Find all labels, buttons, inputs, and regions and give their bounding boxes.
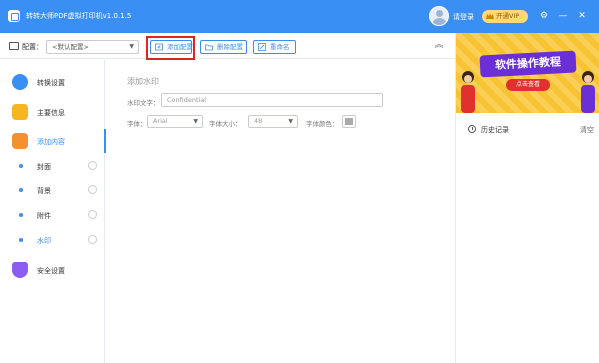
font-value: Arial	[153, 117, 168, 125]
double-chevron-up-icon[interactable]: ︽	[433, 39, 445, 51]
bullet-icon	[19, 213, 23, 217]
sub-item-label: 附件	[37, 212, 51, 220]
font-size-label: 字体大小：	[209, 120, 242, 128]
bullet-icon	[19, 238, 23, 242]
sub-item-label: 封面	[37, 163, 51, 171]
sub-item-watermark[interactable]: 水印	[0, 230, 105, 250]
section-title: 添加水印	[127, 77, 159, 86]
background-radio[interactable]	[88, 185, 97, 194]
tutorial-banner[interactable]: 软件操作教程 点击查看	[456, 33, 599, 113]
history-header: 历史记录 清空	[456, 121, 599, 137]
bullet-icon	[19, 188, 23, 192]
crown-icon	[486, 13, 494, 19]
sub-item-background[interactable]: 背景	[0, 180, 105, 200]
sub-item-label: 水印	[37, 237, 51, 245]
login-link[interactable]: 请登录	[453, 12, 474, 22]
edit-icon	[258, 43, 266, 51]
person-illustration-left	[461, 71, 475, 113]
vip-label: 开通VIP	[496, 12, 520, 20]
font-color-label: 字体颜色：	[306, 120, 339, 128]
folder-icon	[9, 42, 19, 50]
config-toolbar: 配置： <默认配置> ▼ 添加配置 删除配置 重命名	[0, 33, 455, 59]
sidebar-item-add-content[interactable]: 添加内容	[0, 129, 106, 153]
font-size-select[interactable]: 48 ▼	[248, 115, 298, 128]
title-bar: 转转大师PDF虚拟打印机v1.0.1.5 请登录 开通VIP ⚙ — ✕	[0, 0, 599, 33]
sidebar-item-main-info[interactable]: 主要信息	[0, 100, 105, 124]
config-label: 配置：	[22, 43, 43, 51]
app-logo-icon	[8, 10, 20, 22]
chevron-down-icon: ▼	[193, 118, 198, 125]
sidebar-item-label: 主要信息	[37, 109, 65, 117]
cover-radio[interactable]	[88, 161, 97, 170]
app-title: 转转大师PDF虚拟打印机v1.0.1.5	[26, 12, 132, 20]
font-select[interactable]: Arial ▼	[147, 115, 203, 128]
close-icon[interactable]: ✕	[576, 10, 588, 22]
delete-config-label: 删除配置	[217, 43, 243, 51]
clock-icon	[468, 125, 476, 133]
sidebar-item-label: 转换设置	[37, 79, 65, 87]
sidebar-item-convert-settings[interactable]: 转换设置	[0, 70, 105, 94]
minimize-icon[interactable]: —	[557, 10, 569, 22]
watermark-text-input[interactable]: Confidential	[161, 93, 383, 107]
sidebar-item-label: 添加内容	[37, 138, 65, 146]
sub-item-label: 背景	[37, 187, 51, 195]
banner-cta-button[interactable]: 点击查看	[506, 79, 550, 91]
watermark-radio[interactable]	[88, 235, 97, 244]
sub-item-attachment[interactable]: 附件	[0, 205, 105, 225]
rename-label: 重命名	[270, 43, 290, 51]
attachment-radio[interactable]	[88, 210, 97, 219]
history-label: 历史记录	[481, 126, 509, 134]
font-size-value: 48	[254, 117, 263, 125]
watermark-text-label: 水印文字：	[127, 99, 160, 107]
chevron-down-icon: ▼	[129, 43, 134, 50]
rename-button[interactable]: 重命名	[253, 40, 296, 54]
convert-settings-icon	[12, 74, 28, 90]
font-color-picker[interactable]	[342, 115, 356, 128]
add-content-icon	[12, 133, 28, 149]
main-panel: 添加水印 水印文字： Confidential 字体： Arial ▼ 字体大小…	[106, 60, 455, 363]
avatar[interactable]	[429, 6, 449, 26]
delete-config-button[interactable]: 删除配置	[200, 40, 247, 54]
font-label: 字体：	[127, 120, 147, 128]
shield-icon	[12, 262, 28, 278]
sidebar-item-security[interactable]: 安全设置	[0, 258, 105, 282]
bullet-icon	[19, 164, 23, 168]
vip-button[interactable]: 开通VIP	[482, 10, 528, 23]
config-selected-value: <默认配置>	[52, 43, 89, 51]
person-illustration-right	[581, 71, 595, 113]
sidebar-item-label: 安全设置	[37, 267, 65, 275]
right-panel: 软件操作教程 点击查看 历史记录 清空	[455, 33, 599, 363]
config-select[interactable]: <默认配置> ▼	[46, 40, 139, 54]
settings-icon[interactable]: ⚙	[538, 10, 550, 22]
sub-item-cover[interactable]: 封面	[0, 156, 105, 176]
highlight-annotation	[146, 36, 195, 60]
clear-history-button[interactable]: 清空	[580, 125, 594, 135]
chevron-down-icon: ▼	[288, 118, 293, 125]
sidebar: 转换设置 主要信息 添加内容 封面 背景 附件 水印 安全设置	[0, 60, 106, 363]
folder-delete-icon	[205, 44, 213, 51]
folder-info-icon	[12, 104, 28, 120]
